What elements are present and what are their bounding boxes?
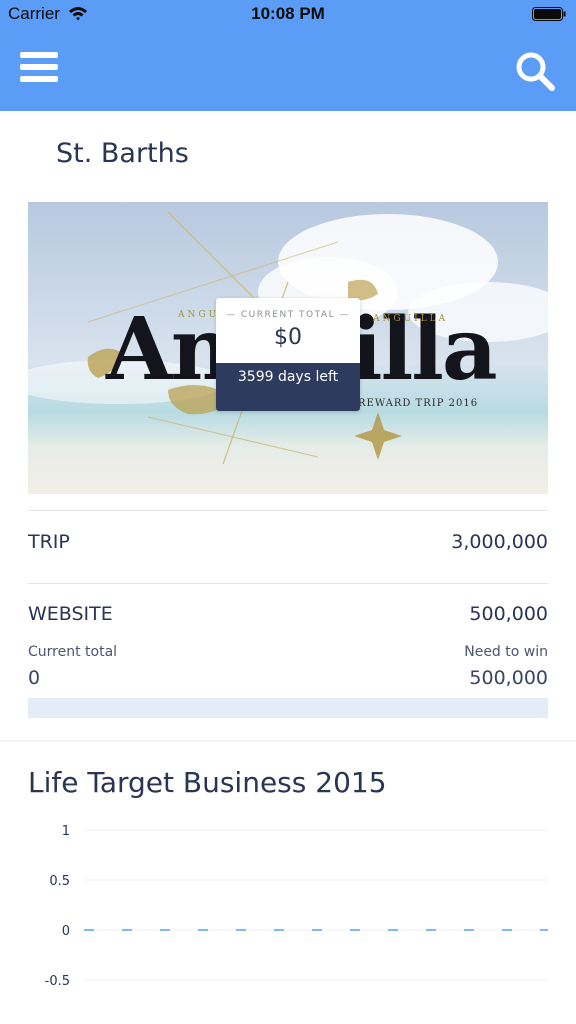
website-value: 500,000 — [469, 603, 548, 625]
search-icon[interactable] — [514, 50, 556, 92]
menu-line — [20, 76, 58, 82]
website-label: WEBSITE — [28, 603, 113, 625]
y-tick-label: 1 — [62, 824, 70, 839]
top-nav-bar — [0, 28, 576, 111]
status-bar: Carrier 10:08 PM — [0, 0, 576, 28]
current-total-label: — CURRENT TOTAL — — [226, 310, 350, 320]
divider — [28, 510, 548, 511]
chart-title: Life Target Business 2015 — [28, 766, 387, 799]
clock: 10:08 PM — [251, 4, 325, 23]
y-tick-label: -0.5 — [45, 974, 70, 989]
current-total-value: $0 — [274, 325, 302, 350]
menu-line — [20, 52, 58, 58]
banner-script-right: ANGUILLA — [373, 314, 449, 324]
banner-subtitle: REWARD TRIP 2016 — [358, 398, 479, 409]
y-tick-label: 0 — [62, 924, 70, 939]
need-to-win-amount: 500,000 — [469, 667, 548, 689]
need-to-win-caption: Need to win — [464, 644, 548, 660]
line-chart: 1 0.5 0 -0.5 — [45, 824, 548, 989]
menu-line — [20, 64, 58, 70]
section-separator — [0, 740, 576, 742]
divider — [28, 583, 548, 584]
y-tick-label: 0.5 — [49, 874, 70, 889]
days-left-footer: 3599 days left — [216, 363, 360, 411]
current-total-card: — CURRENT TOTAL — $0 3599 days left — [216, 298, 360, 411]
progress-bar — [28, 698, 548, 718]
battery-icon — [532, 7, 566, 21]
hamburger-menu-icon[interactable] — [20, 52, 58, 86]
trip-value: 3,000,000 — [451, 531, 548, 553]
card-title: St. Barths — [56, 138, 189, 169]
current-total-caption: Current total — [28, 644, 118, 660]
current-total-amount: 0 — [28, 667, 41, 689]
days-left-text: 3599 days left — [237, 369, 339, 385]
trip-label: TRIP — [28, 531, 70, 553]
